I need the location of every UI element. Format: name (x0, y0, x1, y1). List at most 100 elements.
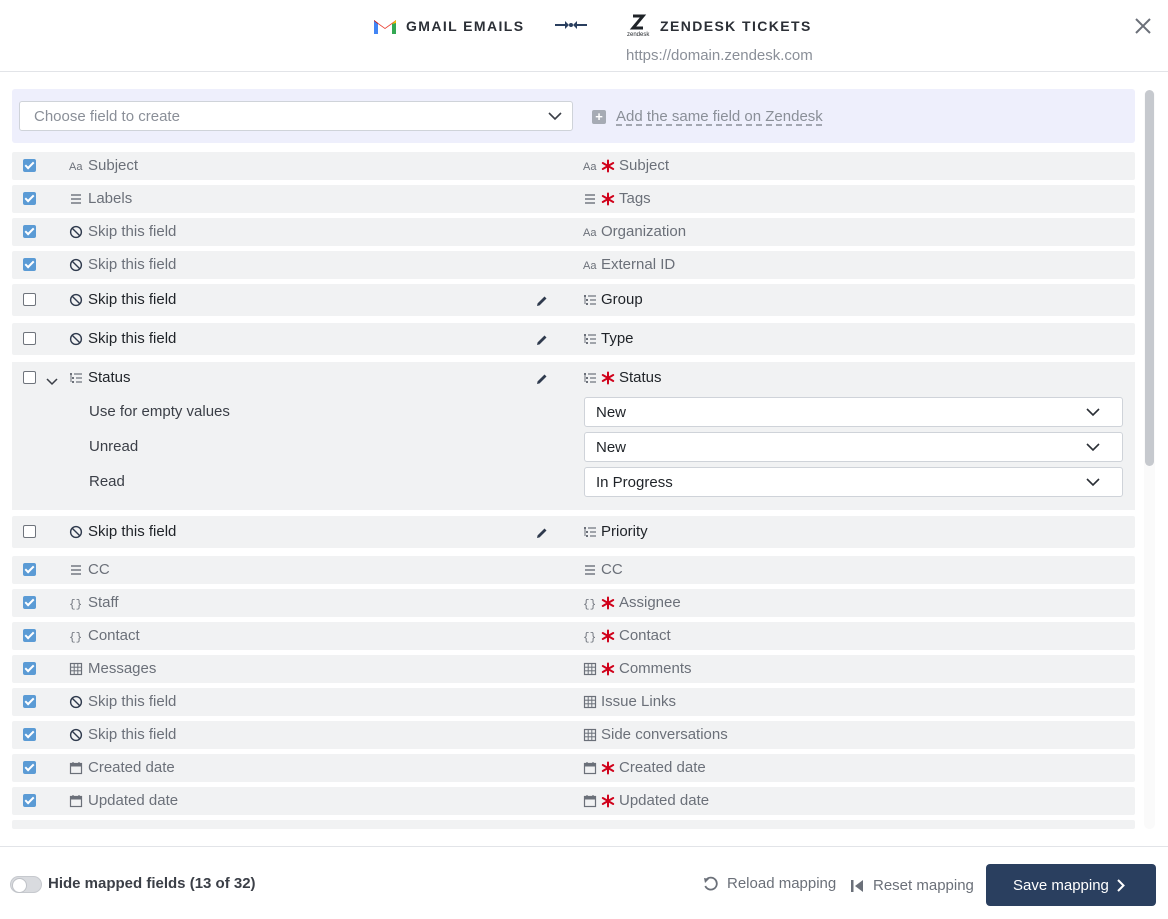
chevron-right-icon (1117, 879, 1125, 892)
source-field-name: Skip this field (88, 523, 177, 540)
source-field-name: CC (88, 561, 110, 578)
skip-icon (69, 695, 83, 709)
select-list-icon (583, 371, 597, 385)
source-field-name: Skip this field (88, 291, 177, 308)
status-value-select[interactable]: New (584, 432, 1123, 462)
row-checkbox[interactable] (23, 794, 36, 807)
table-icon (69, 662, 83, 676)
field-row: Updated date Updated date (12, 787, 1135, 815)
add-same-field-button[interactable]: + Add the same field on Zendesk (592, 108, 823, 125)
reload-icon (704, 876, 718, 890)
list-icon (69, 563, 83, 577)
target-field-name: Organization (601, 223, 687, 240)
skip-icon (69, 258, 83, 272)
hide-mapped-label: Hide mapped fields (13 of 32) (48, 875, 256, 892)
row-checkbox[interactable] (23, 596, 36, 609)
close-icon[interactable] (1132, 15, 1154, 37)
row-checkbox[interactable] (23, 629, 36, 642)
edit-icon[interactable] (536, 333, 548, 345)
zendesk-icon: zendesk (627, 14, 650, 38)
choose-field-placeholder: Choose field to create (34, 108, 180, 125)
reset-mapping-button[interactable]: Reset mapping (850, 877, 974, 894)
calendar-icon (583, 794, 597, 808)
source-app: GMAIL EMAILS (372, 16, 524, 36)
row-checkbox[interactable] (23, 258, 36, 271)
edit-icon[interactable] (536, 526, 548, 538)
status-value-select[interactable]: New (584, 397, 1123, 427)
field-row: Skip this field Priority (12, 516, 1135, 548)
required-icon (601, 192, 615, 206)
svg-text:Aa: Aa (583, 161, 597, 173)
choose-field-select[interactable]: Choose field to create (19, 101, 573, 131)
target-field-name: Updated date (619, 792, 710, 809)
target-field-name: Group (601, 291, 643, 308)
row-checkbox[interactable] (23, 192, 36, 205)
status-value-label: Unread (89, 438, 139, 455)
target-field-name: Tags (619, 190, 651, 207)
save-mapping-button[interactable]: Save mapping (986, 864, 1156, 906)
target-title: ZENDESK TICKETS (660, 18, 812, 34)
target-field-name: Comments (619, 660, 692, 677)
source-title: GMAIL EMAILS (406, 18, 525, 34)
svg-text:Aa: Aa (69, 161, 83, 173)
object-icon: {} (69, 629, 83, 644)
svg-text:Aa: Aa (583, 260, 597, 272)
source-field-name: Updated date (88, 792, 179, 809)
row-checkbox[interactable] (23, 525, 36, 538)
select-list-icon (69, 371, 83, 385)
mapping-header: GMAIL EMAILS zendesk ZENDESK TICKETS htt… (0, 0, 1168, 72)
field-row: CC CC (12, 556, 1135, 584)
target-field-name: Side conversations (601, 726, 728, 743)
status-value-select[interactable]: In Progress (584, 467, 1123, 497)
required-icon (601, 629, 615, 643)
row-checkbox[interactable] (23, 159, 36, 172)
row-checkbox[interactable] (23, 728, 36, 741)
edit-icon[interactable] (536, 294, 548, 306)
calendar-icon (583, 761, 597, 775)
select-list-icon (583, 332, 597, 346)
list-icon (583, 192, 597, 206)
field-row: Skip this field Side conversations (12, 721, 1135, 749)
target-field-name: Issue Links (601, 693, 677, 710)
field-row: {} Staff {} Assignee (12, 589, 1135, 617)
select-list-icon (583, 293, 597, 307)
row-checkbox[interactable] (23, 695, 36, 708)
plus-icon: + (592, 109, 606, 124)
target-field-name: Status (619, 369, 662, 386)
list-icon (583, 563, 597, 577)
row-checkbox[interactable] (23, 563, 36, 576)
row-checkbox[interactable] (23, 332, 36, 345)
source-field-name: Subject (88, 157, 139, 174)
table-icon (583, 728, 597, 742)
reload-mapping-button[interactable]: Reload mapping (703, 875, 836, 892)
row-checkbox[interactable] (23, 293, 36, 306)
object-icon: {} (583, 596, 597, 611)
hide-mapped-toggle[interactable] (10, 876, 42, 893)
source-field-name: Contact (88, 627, 140, 644)
row-checkbox[interactable] (23, 761, 36, 774)
chevron-down-icon[interactable] (46, 373, 60, 387)
status-value-selected: New (596, 404, 627, 421)
field-row: Skip this field Aa External ID (12, 251, 1135, 279)
object-icon: {} (69, 596, 83, 611)
scrollbar-thumb[interactable] (1145, 90, 1154, 466)
row-checkbox[interactable] (23, 662, 36, 675)
source-field-name: Skip this field (88, 223, 177, 240)
field-row: Labels Tags (12, 185, 1135, 213)
vertical-scrollbar[interactable] (1144, 90, 1155, 829)
edit-icon[interactable] (536, 372, 548, 384)
status-value-selected: In Progress (596, 474, 673, 491)
list-icon (69, 192, 83, 206)
row-checkbox[interactable] (23, 225, 36, 238)
row-checkbox[interactable] (23, 371, 36, 384)
target-field-name: Subject (619, 157, 670, 174)
target-field-name: Created date (619, 759, 706, 776)
svg-text:{}: {} (69, 632, 82, 643)
mapping-list[interactable]: Choose field to create + Add the same fi… (0, 72, 1168, 829)
source-field-name: Skip this field (88, 726, 177, 743)
field-row (12, 820, 1135, 829)
svg-text:{}: {} (69, 599, 82, 610)
sync-arrows-icon (555, 21, 587, 29)
source-field-name: Messages (88, 660, 157, 677)
field-row: Messages Comments (12, 655, 1135, 683)
